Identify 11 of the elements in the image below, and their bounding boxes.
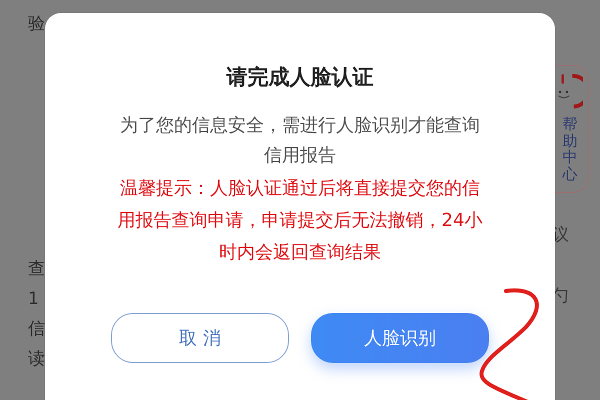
dialog-title: 请完成人脸认证	[226, 64, 374, 91]
face-recognition-button[interactable]: 人脸识别	[311, 313, 489, 363]
dialog-message: 为了您的信息安全，需进行人脸识别才能查询信用报告	[119, 114, 481, 168]
background-text: 查	[28, 261, 45, 278]
background-text: 1	[28, 291, 40, 308]
warning-tip: 温馨提示：人脸认证通过后将直接提交您的信用报告查询申请，申请提交后无法撤销，24小时内会返回查询结果	[116, 177, 484, 265]
background-text: 信	[28, 321, 45, 338]
background-text: 验	[28, 16, 45, 33]
background-text: 读	[28, 351, 45, 368]
cancel-button[interactable]: 取 消	[111, 313, 289, 363]
help-center-label: 帮助中心	[562, 116, 578, 182]
